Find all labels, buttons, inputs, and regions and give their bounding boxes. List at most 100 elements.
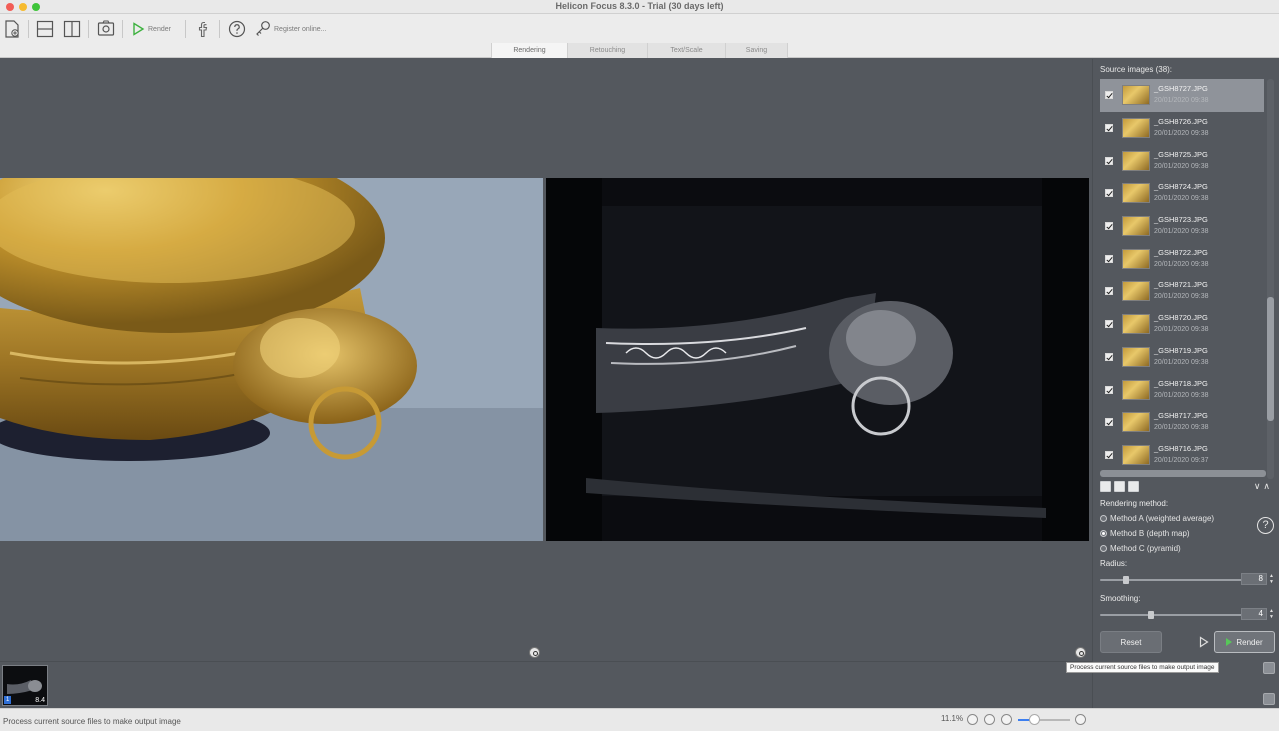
- render-tooltip: Process current source files to make out…: [1066, 662, 1219, 673]
- zoom-out-button[interactable]: [1001, 714, 1012, 725]
- add-images-button[interactable]: [4, 19, 20, 39]
- file-checkbox[interactable]: [1105, 320, 1113, 329]
- help-button[interactable]: [228, 19, 246, 39]
- zoom-in-button[interactable]: [1075, 714, 1086, 725]
- toolbar: Render Register online...: [0, 14, 1279, 43]
- file-name: _GSH8727.JPG: [1154, 84, 1208, 94]
- file-name: _GSH8721.JPG: [1154, 280, 1208, 290]
- file-checkbox[interactable]: [1105, 418, 1113, 427]
- file-thumbnail: [1122, 183, 1150, 204]
- file-checkbox[interactable]: [1105, 189, 1113, 198]
- file-list-item[interactable]: _GSH8726.JPG 20/01/2020 09:38: [1100, 112, 1264, 145]
- file-thumbnail: [1122, 281, 1150, 302]
- file-list-item[interactable]: _GSH8717.JPG 20/01/2020 09:38: [1100, 406, 1264, 439]
- smoothing-slider[interactable]: [1100, 611, 1242, 619]
- radius-slider-knob[interactable]: [1123, 576, 1130, 584]
- preview-play-button[interactable]: [1196, 631, 1212, 653]
- radio-indicator: [1100, 515, 1107, 522]
- actual-size-button[interactable]: [984, 714, 995, 725]
- output-thumbnail-strip: 1 8.4: [0, 661, 1092, 708]
- left-zoom-icon[interactable]: [529, 647, 540, 658]
- radius-slider[interactable]: [1100, 576, 1242, 584]
- golden-bowl-image: [0, 178, 543, 541]
- method-a-radio[interactable]: Method A (weighted average): [1100, 514, 1214, 523]
- add-file-icon[interactable]: [1100, 481, 1111, 492]
- remove-file-icon[interactable]: [1114, 481, 1125, 492]
- layout-vertical-button[interactable]: [36, 19, 54, 39]
- register-online-label: Register online...: [274, 25, 327, 33]
- file-list-item[interactable]: _GSH8723.JPG 20/01/2020 09:38: [1100, 210, 1264, 243]
- file-thumbnail: [1122, 444, 1150, 465]
- radius-value-field[interactable]: 8: [1241, 573, 1267, 585]
- file-thumbnail: [1122, 248, 1150, 269]
- reset-button[interactable]: Reset: [1100, 631, 1162, 653]
- settings-gear-icon[interactable]: [1263, 693, 1275, 705]
- file-list-item[interactable]: _GSH8725.JPG 20/01/2020 09:38: [1100, 144, 1264, 177]
- file-date: 20/01/2020 09:38: [1154, 130, 1209, 138]
- render-button[interactable]: Render: [1214, 631, 1275, 653]
- file-list-item[interactable]: _GSH8724.JPG 20/01/2020 09:38: [1100, 177, 1264, 210]
- save-output-icon[interactable]: [1263, 662, 1275, 674]
- file-list-item[interactable]: _GSH8716.JPG 20/01/2020 09:37: [1100, 439, 1264, 472]
- file-list-item[interactable]: _GSH8719.JPG 20/01/2020 09:38: [1100, 341, 1264, 374]
- file-checkbox[interactable]: [1105, 352, 1113, 361]
- method-c-radio[interactable]: Method C (pyramid): [1100, 544, 1181, 553]
- tab-text-scale[interactable]: Text/Scale: [647, 43, 725, 58]
- smoothing-value-field[interactable]: 4: [1241, 608, 1267, 620]
- file-date: 20/01/2020 09:38: [1154, 97, 1209, 105]
- file-list-item[interactable]: _GSH8722.JPG 20/01/2020 09:38: [1100, 242, 1264, 275]
- right-zoom-icon[interactable]: [1075, 647, 1086, 658]
- file-list-item[interactable]: _GSH8727.JPG 20/01/2020 09:38: [1100, 79, 1264, 112]
- depth-map-preview[interactable]: [546, 178, 1089, 541]
- fit-zoom-button[interactable]: [967, 714, 978, 725]
- file-name: _GSH8724.JPG: [1154, 182, 1208, 192]
- file-list-scrollbar[interactable]: [1267, 79, 1274, 479]
- file-list-scroll-thumb[interactable]: [1267, 297, 1274, 421]
- tab-retouching[interactable]: Retouching: [567, 43, 647, 58]
- file-name: _GSH8722.JPG: [1154, 247, 1208, 257]
- source-image-preview[interactable]: [0, 178, 543, 541]
- tab-rendering[interactable]: Rendering: [491, 43, 567, 58]
- zoom-slider-knob[interactable]: [1028, 714, 1040, 725]
- file-list-item[interactable]: _GSH8718.JPG 20/01/2020 09:38: [1100, 373, 1264, 406]
- file-list-item[interactable]: _GSH8720.JPG 20/01/2020 09:38: [1100, 308, 1264, 341]
- settings-icon[interactable]: [1128, 481, 1139, 492]
- question-icon: [228, 20, 246, 38]
- chevron-up-icon[interactable]: ∧: [1263, 481, 1270, 492]
- file-checkbox[interactable]: [1105, 450, 1113, 459]
- smoothing-label: Smoothing:: [1100, 594, 1141, 603]
- file-list-item[interactable]: _GSH8721.JPG 20/01/2020 09:38: [1100, 275, 1264, 308]
- preview-area[interactable]: [0, 59, 1092, 661]
- chevron-down-icon[interactable]: ∨: [1254, 481, 1261, 492]
- file-checkbox[interactable]: [1105, 385, 1113, 394]
- file-name: _GSH8716.JPG: [1154, 443, 1208, 453]
- file-list-horizontal-scrollbar[interactable]: [1100, 470, 1266, 477]
- source-file-list[interactable]: _GSH8727.JPG 20/01/2020 09:38 _GSH8726.JPG…: [1100, 79, 1264, 479]
- camera-control-button[interactable]: [97, 19, 115, 39]
- register-online-button[interactable]: Register online...: [255, 19, 327, 39]
- layout-side-by-side-button[interactable]: [63, 19, 81, 39]
- smoothing-stepper[interactable]: ▲ ▼: [1268, 608, 1275, 620]
- file-checkbox[interactable]: [1105, 124, 1113, 133]
- output-thumbnail[interactable]: 1 8.4: [2, 665, 48, 706]
- file-checkbox[interactable]: [1105, 287, 1113, 296]
- file-checkbox[interactable]: [1105, 91, 1113, 100]
- smoothing-slider-knob[interactable]: [1147, 611, 1154, 619]
- facebook-icon: [198, 21, 208, 38]
- radius-stepper[interactable]: ▲ ▼: [1268, 573, 1275, 585]
- toolbar-render-label: Render: [148, 25, 171, 33]
- zoom-slider[interactable]: [1018, 714, 1070, 725]
- file-checkbox[interactable]: [1105, 254, 1113, 263]
- method-help-button[interactable]: ?: [1257, 517, 1274, 534]
- radio-indicator-selected: [1100, 530, 1107, 537]
- play-icon: [133, 22, 145, 36]
- method-b-radio[interactable]: Method B (depth map): [1100, 529, 1190, 538]
- tab-saving[interactable]: Saving: [725, 43, 788, 58]
- file-checkbox[interactable]: [1105, 222, 1113, 231]
- status-bar: Process current source files to make out…: [0, 708, 1279, 731]
- toolbar-render-button[interactable]: Render: [132, 19, 171, 39]
- file-thumbnail: [1122, 150, 1150, 171]
- file-checkbox[interactable]: [1105, 156, 1113, 165]
- facebook-button[interactable]: [197, 19, 209, 39]
- title-bar: Helicon Focus 8.3.0 - Trial (30 days lef…: [0, 0, 1279, 14]
